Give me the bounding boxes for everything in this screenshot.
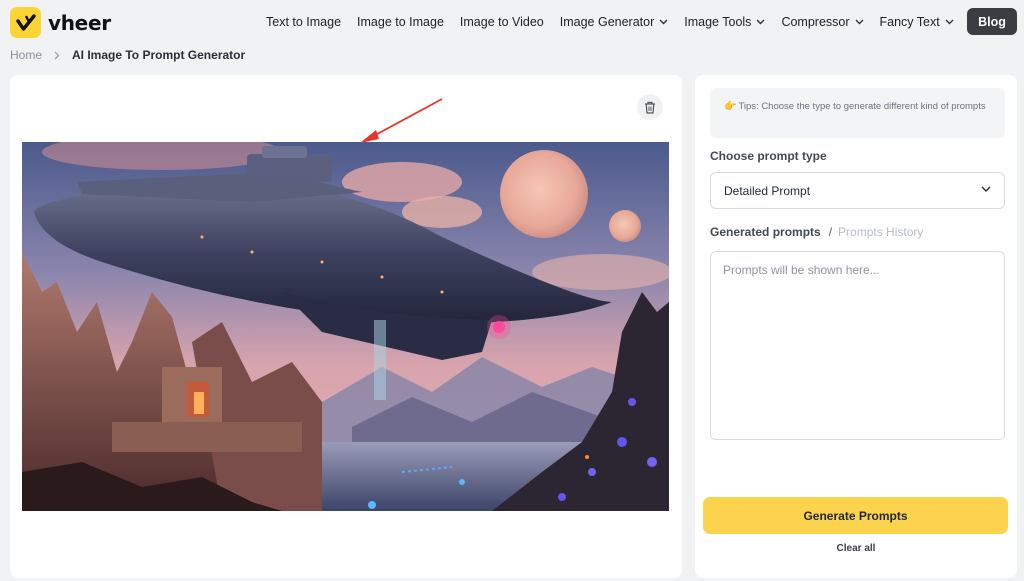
spaceship-scene-image: [22, 142, 669, 511]
delete-image-button[interactable]: [637, 94, 663, 120]
breadcrumb: Home AI Image To Prompt Generator: [10, 47, 245, 63]
tips-box: 👉 Tips: Choose the type to generate diffe…: [710, 88, 1005, 138]
prompt-type-label: Choose prompt type: [710, 149, 827, 163]
nav-image-generator[interactable]: Image Generator: [560, 15, 669, 29]
nav-label: Image to Video: [459, 15, 544, 29]
tab-separator: /: [828, 225, 833, 239]
nav-compressor[interactable]: Compressor: [781, 15, 864, 29]
tab-prompts-history[interactable]: Prompts History: [838, 225, 923, 239]
nav-label: Image to Image: [357, 15, 444, 29]
vheer-logo-icon: [10, 7, 41, 38]
logo-text: vheer: [48, 10, 111, 35]
chevron-right-icon: [54, 51, 60, 60]
nav-image-tools[interactable]: Image Tools: [684, 15, 765, 29]
nav-label: Image Generator: [559, 15, 655, 29]
nav-image-to-video[interactable]: Image to Video: [460, 15, 544, 29]
pointing-hand-icon: 👉: [724, 101, 737, 112]
breadcrumb-current: AI Image To Prompt Generator: [72, 48, 246, 62]
trash-icon: [644, 101, 656, 114]
prompt-tabs: Generated prompts / Prompts History: [710, 225, 923, 239]
uploaded-image-preview: [22, 142, 669, 511]
nav-label: Text to Image: [266, 15, 342, 29]
generate-prompts-button[interactable]: Generate Prompts: [703, 497, 1008, 534]
chevron-down-icon: [659, 19, 668, 25]
chevron-down-icon: [855, 19, 864, 25]
chevron-down-icon: [981, 186, 991, 193]
nav-label: Compressor: [781, 15, 850, 29]
tips-text: Tips: Choose the type to generate differ…: [738, 101, 986, 112]
image-upload-panel: [10, 75, 682, 578]
top-header: vheer Text to Image Image to Image Image…: [0, 0, 1024, 44]
blog-button[interactable]: Blog: [967, 8, 1017, 35]
logo[interactable]: vheer: [10, 7, 111, 38]
nav-fancy-text[interactable]: Fancy Text: [880, 15, 954, 29]
chevron-down-icon: [756, 19, 765, 25]
generated-prompt-textarea[interactable]: [710, 251, 1005, 440]
tab-generated-prompts[interactable]: Generated prompts: [710, 225, 821, 239]
prompt-settings-panel: 👉 Tips: Choose the type to generate diffe…: [695, 75, 1017, 578]
chevron-down-icon: [945, 19, 954, 25]
nav-label: Fancy Text: [879, 15, 940, 29]
clear-all-button[interactable]: Clear all: [695, 543, 1017, 554]
nav-text-to-image[interactable]: Text to Image: [266, 15, 341, 29]
main-nav: Text to Image Image to Image Image to Vi…: [266, 0, 970, 44]
annotation-arrow-icon: [360, 98, 443, 143]
prompt-type-value: Detailed Prompt: [724, 183, 811, 198]
prompt-type-select[interactable]: Detailed Prompt: [710, 172, 1005, 209]
breadcrumb-home[interactable]: Home: [10, 48, 42, 62]
nav-image-to-image[interactable]: Image to Image: [357, 15, 444, 29]
nav-label: Image Tools: [684, 15, 752, 29]
